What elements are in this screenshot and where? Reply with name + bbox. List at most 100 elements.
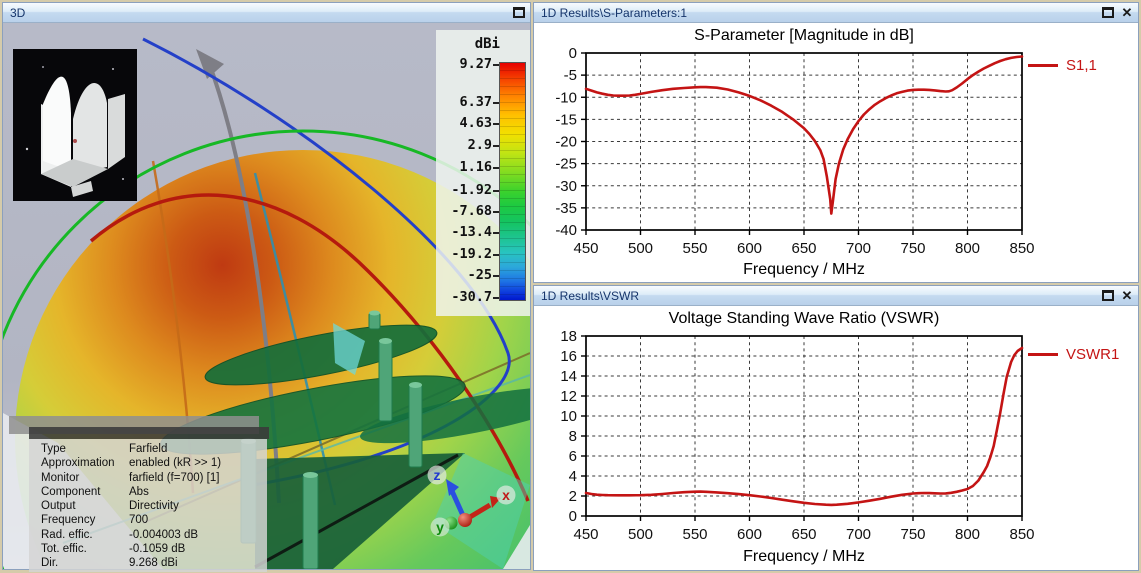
info-value: farfield (f=700) [1] (129, 471, 220, 484)
window-sparameters: 1D Results\S-Parameters:1 S-Parameter [M… (533, 2, 1139, 283)
y-tick-label: -20 (555, 134, 577, 151)
y-tick-label: -15 (555, 111, 577, 128)
farfield-info-rows: Type Farfield Approximation enabled (kR >> … (41, 442, 267, 571)
x-axis-label: x (502, 487, 510, 503)
colorbar-tick-label: 2.9 (467, 137, 492, 153)
colorbar-tick-mark (493, 145, 499, 147)
colorbar-tick-mark (493, 297, 499, 299)
maximize-icon[interactable] (513, 7, 525, 18)
x-tick-label: 650 (791, 240, 816, 257)
maximize-icon[interactable] (1102, 290, 1114, 301)
y-tick-label: -10 (555, 89, 577, 106)
origin-ball-icon (458, 513, 472, 527)
info-row: Approximation enabled (kR >> 1) (41, 456, 267, 470)
colorbar-tick-mark (493, 232, 499, 234)
legend-label-s11: S1,1 (1066, 57, 1097, 74)
y-tick-label: -30 (555, 178, 577, 195)
vswr-xaxis-title: Frequency / MHz (743, 548, 865, 565)
sparam-xaxis-title: Frequency / MHz (743, 261, 865, 278)
legend-line-icon (1028, 353, 1058, 356)
x-tick-label: 600 (737, 240, 762, 257)
info-row: Component Abs (41, 485, 267, 499)
colorbar-gradient (499, 62, 526, 301)
info-row: Monitor farfield (f=700) [1] (41, 471, 267, 485)
sparam-chart-area: S-Parameter [Magnitude in dB] 450 500 550 6… (534, 23, 1138, 282)
x-tick-label: 750 (900, 526, 925, 543)
x-tick-label: 550 (682, 526, 707, 543)
colorbar-tick-label: 1.16 (459, 159, 492, 175)
x-tick-label: 450 (573, 526, 598, 543)
info-label: Tot. effic. (41, 543, 87, 556)
z-axis-label: z (434, 467, 441, 483)
y-tick-label: -25 (555, 156, 577, 173)
x-tick-label: 600 (737, 526, 762, 543)
y-tick-label: 0 (569, 47, 577, 62)
x-tick-label: 800 (955, 240, 980, 257)
viewport-3d[interactable]: z x y dBi 9.27 6.37 4.63 2.9 1.16 -1.92 -7.68 -… (3, 23, 530, 572)
y-tick-label: -35 (555, 200, 577, 217)
colorbar-tick-label: -1.92 (451, 182, 492, 198)
window-title-sparameters: 1D Results\S-Parameters:1 (541, 5, 688, 20)
window-vswr: 1D Results\VSWR Voltage Standing Wave Ra… (533, 285, 1139, 571)
x-tick-label: 500 (628, 526, 653, 543)
titlebar-sparameters[interactable]: 1D Results\S-Parameters:1 (534, 3, 1138, 23)
info-value: enabled (kR >> 1) (129, 457, 222, 470)
maximize-icon[interactable] (1102, 7, 1114, 18)
colorbar-tick-label: -30.7 (451, 289, 492, 305)
colorbar-tick-label: 6.37 (459, 94, 492, 110)
colorbar-tick-mark (493, 190, 499, 192)
x-tick-label: 850 (1009, 526, 1034, 543)
colorbar-tick-label: 9.27 (459, 56, 492, 72)
colorbar-tick-mark (493, 167, 499, 169)
y-tick-label: 18 (560, 330, 577, 345)
colorbar-tick-label: 4.63 (459, 115, 492, 131)
colorbar-tick-mark (493, 275, 499, 277)
y-tick-label: 6 (569, 448, 577, 465)
colorbar-tick-mark (493, 254, 499, 256)
close-icon[interactable] (1121, 290, 1133, 301)
info-row: Dir. 9.268 dBi (41, 556, 267, 570)
vswr-legend: VSWR1 (1028, 346, 1119, 363)
x-tick-label: 850 (1009, 240, 1034, 257)
info-label: Dir. (41, 557, 59, 570)
y-tick-label: -5 (564, 67, 577, 84)
y-axis-label: y (436, 519, 444, 535)
x-tick-label: 500 (628, 240, 653, 257)
info-value: -0.1059 dB (129, 543, 186, 556)
y-tick-label: 2 (569, 488, 577, 505)
titlebar-3d[interactable]: 3D (3, 3, 530, 23)
sparam-chart-title: S-Parameter [Magnitude in dB] (694, 27, 914, 44)
info-value: -0.004003 dB (129, 528, 199, 541)
vswr-chart-area: Voltage Standing Wave Ratio (VSWR) 450 50… (534, 306, 1138, 570)
info-label: Approximation (41, 457, 115, 470)
info-row: Tot. effic. -0.1059 dB (41, 542, 267, 556)
info-panel-header (29, 427, 269, 439)
window-title-vswr: 1D Results\VSWR (541, 288, 640, 303)
info-label: Output (41, 500, 76, 513)
vswr-chart-title: Voltage Standing Wave Ratio (VSWR) (668, 310, 940, 327)
legend-line-icon (1028, 64, 1058, 67)
info-value: Directivity (129, 500, 179, 513)
vswr-plot: 450 500 550 600 650 700 750 800 850 0 2 4 6 8 10 12 14 16… (560, 330, 1034, 543)
close-icon[interactable] (1121, 7, 1133, 18)
info-label: Component (41, 485, 101, 498)
colorbar-unit-label: dBi (474, 36, 500, 52)
titlebar-vswr[interactable]: 1D Results\VSWR (534, 286, 1138, 306)
x-tick-label: 450 (573, 240, 598, 257)
sparam-legend: S1,1 (1028, 57, 1097, 74)
colorbar-tick-mark (493, 102, 499, 104)
application-stage: 3D z x y dBi 9.27 6.37 4.63 2.9 1.16 -1.… (0, 0, 1141, 573)
colorbar-tick-mark (493, 211, 499, 213)
y-tick-label: 16 (560, 348, 577, 365)
info-row: Frequency 700 (41, 513, 267, 527)
model-preview-inset (13, 49, 137, 201)
info-row: Rad. effic. -0.004003 dB (41, 528, 267, 542)
info-value: 9.268 dBi (129, 557, 178, 570)
x-tick-label: 750 (900, 240, 925, 257)
info-value: Farfield (129, 443, 168, 455)
sparam-plot: 450 500 550 600 650 700 750 800 850 0 -5 -10 -15 -20 -… (555, 47, 1034, 257)
x-tick-label: 800 (955, 526, 980, 543)
colorbar-tick-label: -19.2 (451, 246, 492, 262)
info-label: Frequency (41, 514, 96, 527)
window-3d: 3D z x y dBi 9.27 6.37 4.63 2.9 1.16 -1.… (2, 2, 531, 572)
